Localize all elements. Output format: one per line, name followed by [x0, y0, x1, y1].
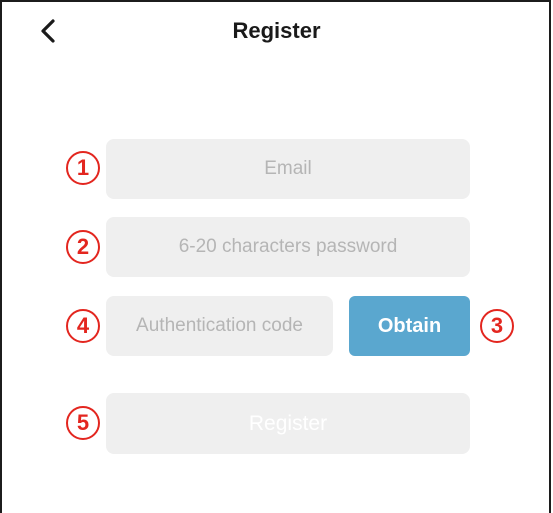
annotation-marker-4: 4	[66, 309, 100, 343]
annotation-marker-5: 5	[66, 406, 100, 440]
register-button-label: Register	[248, 411, 328, 435]
page-title: Register	[232, 18, 321, 43]
auth-code-field[interactable]	[106, 296, 333, 356]
password-field[interactable]	[106, 217, 470, 277]
email-field[interactable]	[106, 139, 470, 199]
annotation-marker-3: 3	[480, 309, 514, 343]
obtain-code-button[interactable]: Obtain	[349, 296, 470, 356]
annotation-marker-1: 1	[66, 151, 100, 185]
annotation-marker-2: 2	[66, 230, 100, 264]
register-button[interactable]: Register	[106, 393, 470, 454]
obtain-button-label: Obtain	[377, 314, 442, 337]
header-bar: Register	[0, 0, 553, 64]
